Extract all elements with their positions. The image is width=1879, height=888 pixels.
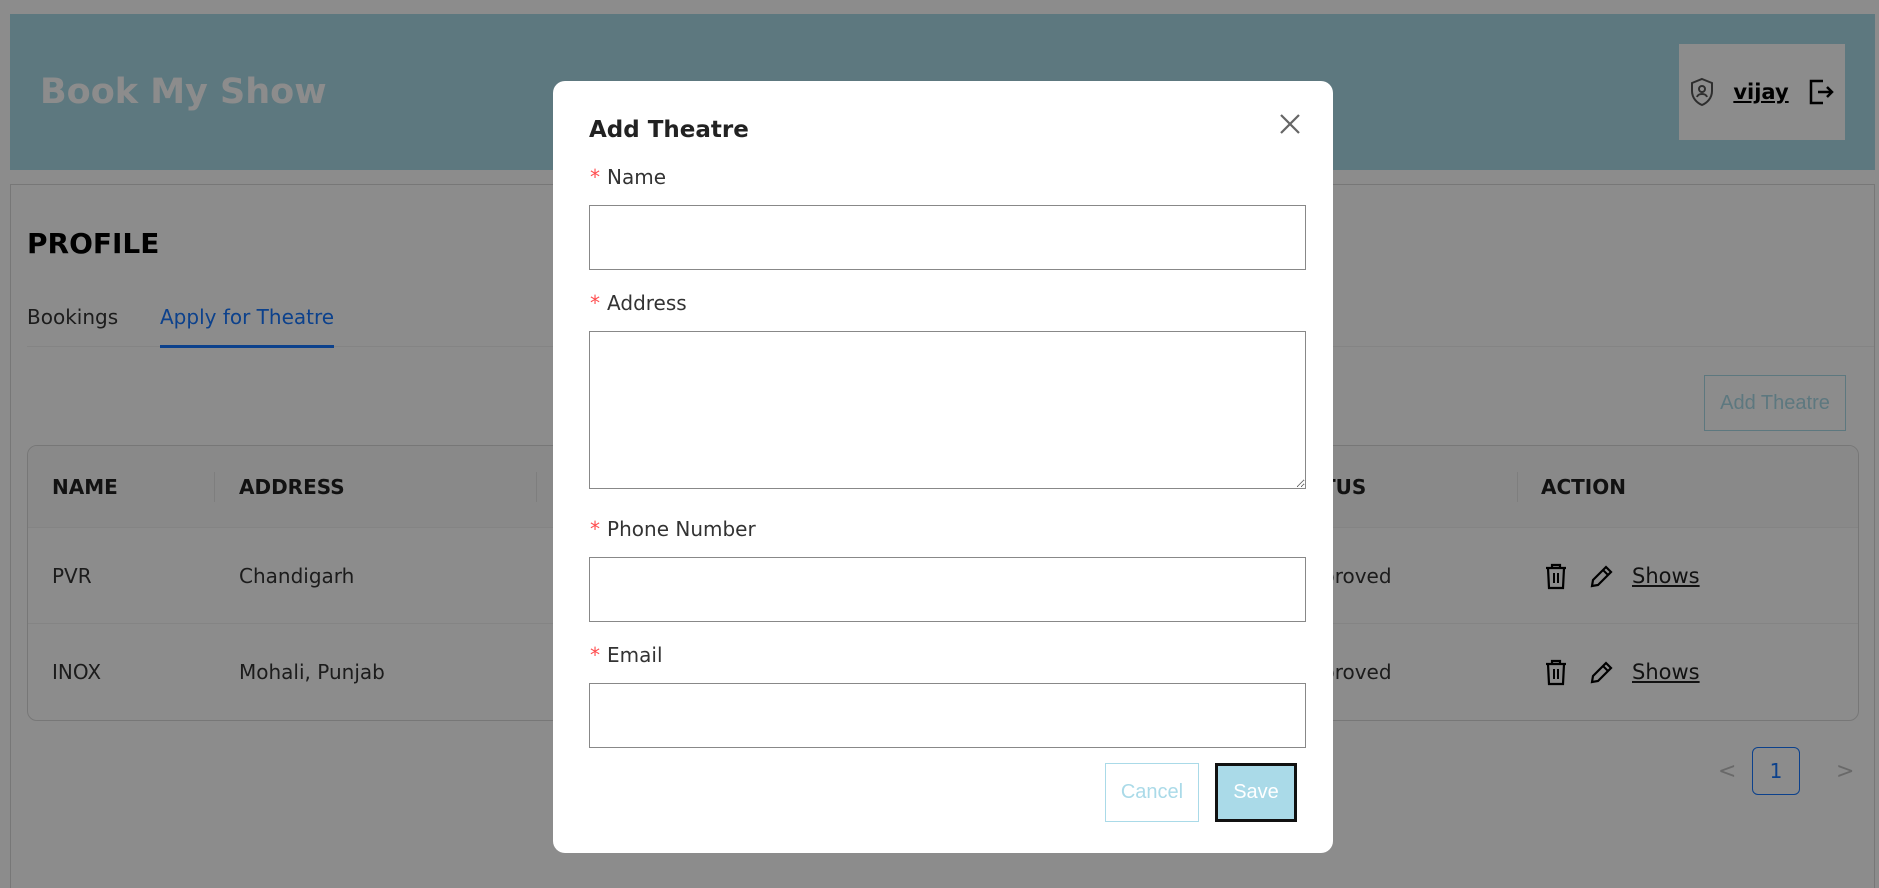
required-mark: * <box>589 643 602 667</box>
required-mark: * <box>589 165 602 189</box>
required-mark: * <box>589 517 602 541</box>
email-label: * Email <box>589 643 663 667</box>
required-mark: * <box>589 291 602 315</box>
add-theatre-modal: Add Theatre * Name * Address * Phone Number… <box>553 81 1333 853</box>
modal-title: Add Theatre <box>589 117 749 143</box>
phone-label-text: Phone Number <box>607 517 756 541</box>
phone-label: * Phone Number <box>589 517 756 541</box>
name-field[interactable] <box>589 205 1306 270</box>
address-label: * Address <box>589 291 687 315</box>
cancel-button[interactable]: Cancel <box>1105 763 1199 822</box>
name-label-text: Name <box>607 165 667 189</box>
name-label: * Name <box>589 165 666 189</box>
email-label-text: Email <box>607 643 663 667</box>
email-field[interactable] <box>589 683 1306 748</box>
phone-number-field[interactable] <box>589 557 1306 622</box>
save-button[interactable]: Save <box>1215 763 1297 822</box>
close-icon[interactable] <box>1275 109 1305 139</box>
address-field[interactable] <box>589 331 1306 489</box>
address-label-text: Address <box>607 291 687 315</box>
